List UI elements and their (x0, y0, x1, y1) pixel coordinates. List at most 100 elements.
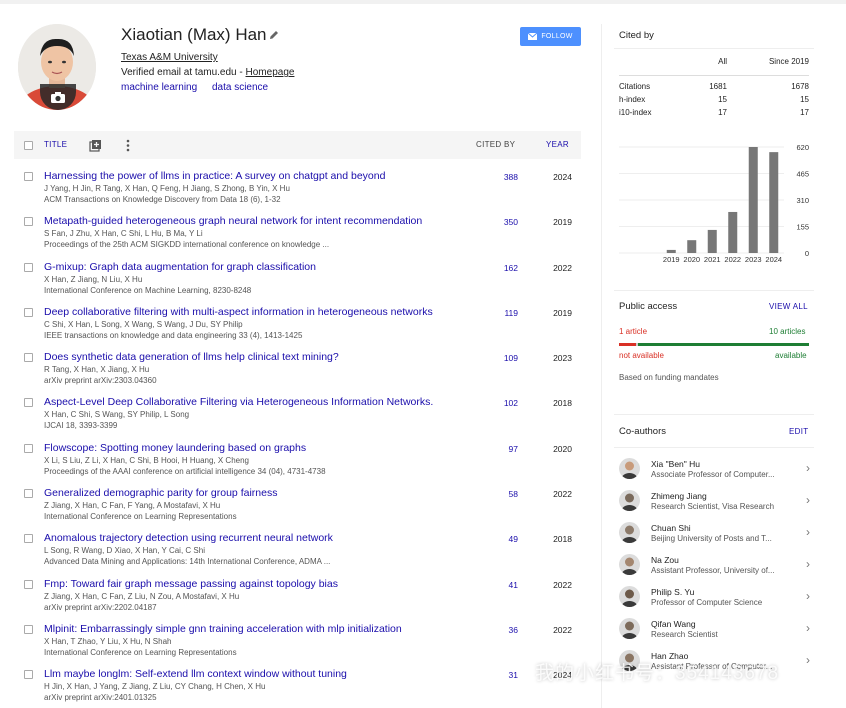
coauthor-item[interactable]: Na Zou Assistant Professor, University of… (619, 553, 814, 585)
chart-bar-2022[interactable] (728, 211, 738, 253)
coauthor-name[interactable]: Qifan Wang (651, 619, 696, 629)
row-checkbox[interactable] (24, 307, 33, 317)
article-title-link[interactable]: Llm maybe longlm: Self-extend llm contex… (44, 668, 347, 680)
article-year: 2022 (553, 579, 572, 590)
cited-by-count-link[interactable]: 49 (484, 534, 518, 544)
chart-bar-2019[interactable] (666, 249, 676, 253)
article-title-link[interactable]: Mlpinit: Embarrassingly simple gnn train… (44, 623, 402, 635)
row-checkbox[interactable] (24, 443, 33, 453)
chevron-right-icon[interactable]: › (806, 461, 810, 475)
article-title-link[interactable]: Aspect-Level Deep Collaborative Filterin… (44, 396, 433, 408)
not-available-count[interactable]: 1 article (619, 327, 647, 336)
not-available-label: not available (619, 351, 664, 360)
chevron-right-icon[interactable]: › (806, 653, 810, 667)
chevron-right-icon[interactable]: › (806, 493, 810, 507)
y-tick-label: 0 (805, 249, 809, 258)
cited-by-count-link[interactable]: 388 (484, 172, 518, 182)
article-title-link[interactable]: Flowscope: Spotting money laundering bas… (44, 442, 306, 454)
cited-by-count-link[interactable]: 36 (484, 625, 518, 635)
article-authors: R Tang, X Han, X Jiang, X Hu (44, 365, 150, 375)
edit-coauthors-link[interactable]: EDIT (789, 427, 808, 436)
coauthor-affiliation: Research Scientist (651, 630, 718, 639)
follow-button[interactable]: FOLLOW (520, 27, 581, 46)
article-venue: Proceedings of the AAAI conference on ar… (44, 466, 326, 476)
row-checkbox[interactable] (24, 353, 33, 363)
article-title-link[interactable]: Harnessing the power of llms in practice… (44, 170, 385, 182)
more-options-icon[interactable] (125, 139, 131, 152)
interest-tag[interactable]: machine learning (121, 82, 197, 93)
row-checkbox[interactable] (24, 262, 33, 272)
metric-all: 1681 (709, 82, 727, 91)
chevron-right-icon[interactable]: › (806, 557, 810, 571)
table-row[interactable]: Does synthetic data generation of llms h… (14, 344, 581, 389)
view-all-link[interactable]: VIEW ALL (769, 302, 808, 311)
article-title-link[interactable]: Fmp: Toward fair graph message passing a… (44, 578, 338, 590)
table-row[interactable]: Flowscope: Spotting money laundering bas… (14, 435, 581, 480)
chart-bar-2024[interactable] (769, 152, 779, 253)
chart-bar-2021[interactable] (707, 229, 717, 253)
article-title-link[interactable]: Deep collaborative filtering with multi-… (44, 306, 433, 318)
article-authors: J Yang, H Jin, R Tang, X Han, Q Feng, H … (44, 184, 290, 193)
coauthor-name[interactable]: Zhimeng Jiang (651, 491, 707, 501)
article-title-link[interactable]: Anomalous trajectory detection using rec… (44, 532, 333, 544)
table-row[interactable]: G-mixup: Graph data augmentation for gra… (14, 254, 581, 299)
article-title-link[interactable]: G-mixup: Graph data augmentation for gra… (44, 261, 316, 273)
cited-by-count-link[interactable]: 119 (484, 308, 518, 318)
row-checkbox[interactable] (24, 579, 33, 589)
row-checkbox[interactable] (24, 398, 33, 408)
coauthor-name[interactable]: Na Zou (651, 555, 679, 565)
article-title-link[interactable]: Does synthetic data generation of llms h… (44, 351, 339, 363)
article-title-link[interactable]: Generalized demographic parity for group… (44, 487, 277, 499)
table-row[interactable]: Aspect-Level Deep Collaborative Filterin… (14, 389, 581, 434)
coauthor-item[interactable]: Xia "Ben" Hu Associate Professor of Compu… (619, 457, 814, 489)
title-column-header[interactable]: TITLE (44, 140, 67, 149)
cited-by-count-link[interactable]: 31 (484, 670, 518, 680)
cited-by-count-link[interactable]: 350 (484, 217, 518, 227)
coauthor-name[interactable]: Philip S. Yu (651, 587, 694, 597)
y-tick-label: 155 (796, 223, 809, 232)
row-checkbox[interactable] (24, 489, 33, 499)
coauthor-name[interactable]: Xia "Ben" Hu (651, 459, 700, 469)
table-row[interactable]: Harnessing the power of llms in practice… (14, 163, 581, 208)
coauthor-item[interactable]: Philip S. Yu Professor of Computer Scienc… (619, 585, 814, 617)
table-row[interactable]: Llm maybe longlm: Self-extend llm contex… (14, 661, 581, 706)
cited-by-count-link[interactable]: 162 (484, 263, 518, 273)
edit-pencil-icon[interactable] (268, 29, 280, 41)
select-all-checkbox[interactable] (24, 141, 33, 150)
cited-by-count-link[interactable]: 97 (484, 444, 518, 454)
coauthor-avatar (619, 586, 640, 607)
table-row[interactable]: Generalized demographic parity for group… (14, 480, 581, 525)
article-title-link[interactable]: Metapath-guided heterogeneous graph neur… (44, 215, 422, 227)
table-row[interactable]: Mlpinit: Embarrassingly simple gnn train… (14, 616, 581, 661)
row-checkbox[interactable] (24, 534, 33, 544)
homepage-link[interactable]: Homepage (246, 67, 295, 78)
chevron-right-icon[interactable]: › (806, 621, 810, 635)
add-article-icon[interactable] (89, 139, 102, 152)
cited-by-count-link[interactable]: 58 (484, 489, 518, 499)
chevron-right-icon[interactable]: › (806, 525, 810, 539)
coauthor-item[interactable]: Zhimeng Jiang Research Scientist, Visa Re… (619, 489, 814, 521)
coauthor-item[interactable]: Chuan Shi Beijing University of Posts and… (619, 521, 814, 553)
available-count[interactable]: 10 articles (769, 327, 805, 336)
table-row[interactable]: Fmp: Toward fair graph message passing a… (14, 571, 581, 616)
year-column-header[interactable]: YEAR (546, 140, 569, 149)
table-row[interactable]: Anomalous trajectory detection using rec… (14, 525, 581, 570)
chevron-right-icon[interactable]: › (806, 589, 810, 603)
interest-tag[interactable]: data science (212, 82, 268, 93)
chart-bar-2020[interactable] (687, 240, 697, 253)
cited-by-count-link[interactable]: 109 (484, 353, 518, 363)
affiliation-link[interactable]: Texas A&M University (121, 52, 218, 63)
table-row[interactable]: Deep collaborative filtering with multi-… (14, 299, 581, 344)
cited-by-column-header[interactable]: CITED BY (476, 140, 515, 149)
row-checkbox[interactable] (24, 217, 33, 227)
cited-by-count-link[interactable]: 41 (484, 580, 518, 590)
table-row[interactable]: Metapath-guided heterogeneous graph neur… (14, 208, 581, 253)
row-checkbox[interactable] (24, 670, 33, 680)
chart-bar-2023[interactable] (748, 147, 758, 253)
cited-by-count-link[interactable]: 102 (484, 398, 518, 408)
row-checkbox[interactable] (24, 172, 33, 181)
coauthor-name[interactable]: Chuan Shi (651, 523, 691, 533)
coauthor-item[interactable]: Qifan Wang Research Scientist › (619, 617, 814, 649)
article-venue: arXiv preprint arXiv:2401.01325 (44, 693, 157, 703)
row-checkbox[interactable] (24, 624, 33, 634)
